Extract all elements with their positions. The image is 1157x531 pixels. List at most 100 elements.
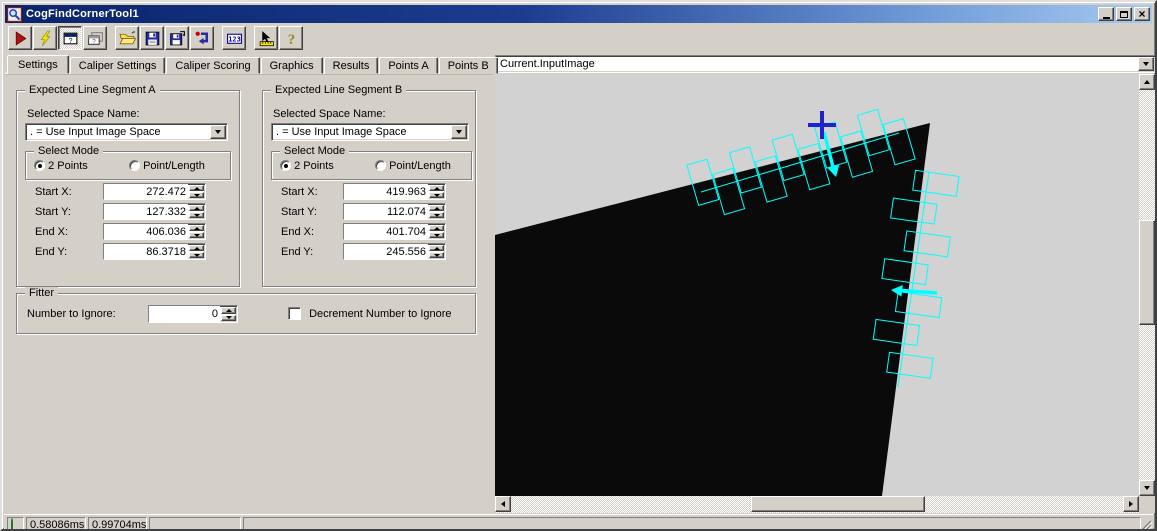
tab-points-b[interactable]: Points B [439,57,498,74]
radio-icon[interactable] [280,160,291,171]
end-y-field-a[interactable] [103,243,206,260]
open-button[interactable] [115,26,139,50]
space-name-combobox-a[interactable]: . = Use Input Image Space [25,123,228,141]
save-as-button[interactable] [165,26,189,50]
hscroll-left-button[interactable] [495,496,511,512]
spin-up-button[interactable] [429,245,444,251]
spin-up-button[interactable] [429,205,444,211]
spin-up-button[interactable] [429,185,444,191]
title-bar[interactable]: CogFindCornerTool1 × [5,5,1152,23]
tab-caliper-settings[interactable]: Caliper Settings [70,57,166,74]
spin-down-button[interactable] [429,232,444,238]
vscroll-up-button[interactable] [1139,74,1155,90]
pixel-grid-button[interactable] [254,26,278,50]
select-mode-title-a: Select Mode [34,145,103,157]
save-button[interactable] [140,26,164,50]
spin-down-button[interactable] [189,192,204,198]
end-x-field-b[interactable] [343,223,446,240]
start-x-input-a[interactable] [104,184,188,199]
spin-down-button[interactable] [429,212,444,218]
run-icon [12,30,29,47]
spin-up-button[interactable] [221,307,236,314]
show-tool-display-button[interactable]: ? [58,26,82,50]
start-y-input-b[interactable] [344,204,428,219]
spin-up-button[interactable] [189,245,204,251]
radio-point-length-a[interactable]: Point/Length [129,160,205,172]
hscroll-thumb[interactable] [751,496,925,512]
status-panel-blank-2 [243,517,1141,531]
spin-down-button[interactable] [189,212,204,218]
start-y-input-a[interactable] [104,204,188,219]
radio-point-length-b[interactable]: Point/Length [375,160,451,172]
tab-graphics[interactable]: Graphics [261,57,323,74]
combo-dropdown-button-b[interactable] [451,125,467,139]
minimize-button[interactable] [1098,7,1114,21]
tab-results[interactable]: Results [324,57,379,74]
spin-down-icon [194,194,200,197]
start-y-field-b[interactable] [343,203,446,220]
spin-down-button[interactable] [429,252,444,258]
radio-icon[interactable] [375,160,386,171]
start-y-field-a[interactable] [103,203,206,220]
image-source-dropdown-button[interactable] [1138,57,1154,71]
help-button[interactable]: ? [279,26,303,50]
decrement-checkbox-row[interactable]: Decrement Number to Ignore [288,307,452,320]
maximize-button[interactable] [1116,7,1132,21]
number-to-ignore-input[interactable] [149,306,220,322]
vscroll-thumb[interactable] [1139,220,1155,325]
float-tool-display-button[interactable]: ? [83,26,107,50]
reset-button[interactable] [190,26,214,50]
end-y-input-b[interactable] [344,244,428,259]
radio-2-points-a[interactable]: 2 Points [34,160,88,172]
decrement-checkbox[interactable] [288,307,301,320]
radio-icon[interactable] [129,160,140,171]
spin-up-button[interactable] [189,205,204,211]
radio-2-points-b[interactable]: 2 Points [280,160,334,172]
vscroll-down-button[interactable] [1139,480,1155,496]
end-x-input-a[interactable] [104,224,188,239]
svg-text:?: ? [92,38,96,45]
hscroll-right-button[interactable] [1123,496,1139,512]
spin-down-button[interactable] [221,315,236,322]
image-display[interactable] [495,74,1139,496]
run-button[interactable] [8,26,32,50]
end-y-field-b[interactable] [343,243,446,260]
spin-down-icon [194,254,200,257]
spin-down-button[interactable] [429,192,444,198]
corner-point-marker[interactable] [808,111,836,139]
show-values-button[interactable]: 123 [222,26,246,50]
tab-settings[interactable]: Settings [7,55,69,74]
combo-dropdown-button-a[interactable] [210,125,226,139]
run-once-button[interactable] [33,26,57,50]
number-to-ignore-field[interactable] [148,305,238,323]
start-x-input-b[interactable] [344,184,428,199]
spin-down-button[interactable] [189,252,204,258]
vertical-scrollbar[interactable] [1139,74,1156,496]
start-x-field-b[interactable] [343,183,446,200]
spin-down-icon [434,194,440,197]
resize-grip[interactable] [1139,518,1152,531]
space-name-combobox-b[interactable]: . = Use Input Image Space [271,123,469,141]
chevron-down-icon [1143,62,1149,66]
scrollbar-corner [1139,496,1156,513]
image-source-combobox[interactable]: Current.InputImage [495,55,1156,73]
end-x-field-a[interactable] [103,223,206,240]
start-x-field-a[interactable] [103,183,206,200]
spin-up-button[interactable] [189,185,204,191]
image-source-value: Current.InputImage [496,56,1137,72]
horizontal-scrollbar[interactable] [495,496,1139,513]
end-y-input-a[interactable] [104,244,188,259]
spin-up-icon [434,227,440,230]
spin-down-button[interactable] [189,232,204,238]
radio-icon[interactable] [34,160,45,171]
close-button[interactable]: × [1134,7,1150,21]
tab-caliper-scoring[interactable]: Caliper Scoring [166,57,259,74]
spin-up-button[interactable] [429,225,444,231]
end-x-input-b[interactable] [344,224,428,239]
help-icon: ? [283,30,300,47]
reset-arrow-icon [194,30,211,47]
save-as-floppy-icon [169,30,186,47]
tab-points-a[interactable]: Points A [379,57,437,74]
spin-up-button[interactable] [189,225,204,231]
spin-down-icon [194,234,200,237]
